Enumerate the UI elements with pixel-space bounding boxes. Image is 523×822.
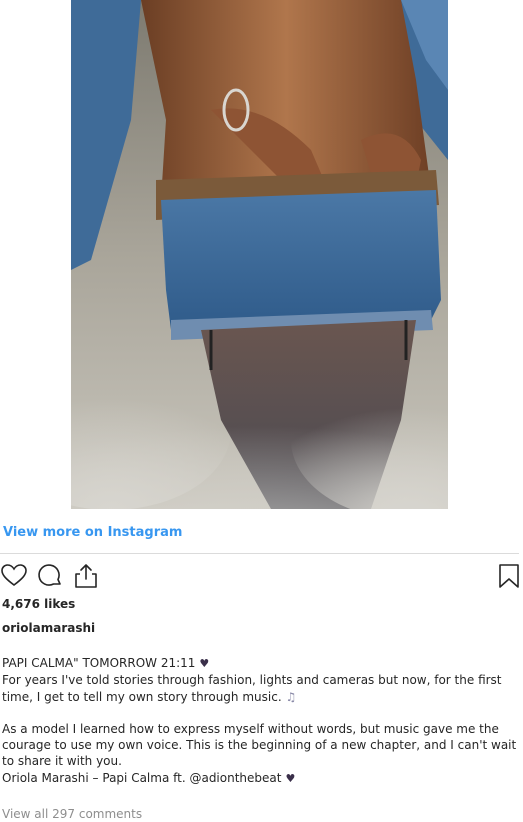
caption-title-text: PAPI CALMA" TOMORROW 21:11 [2, 656, 196, 670]
divider [0, 553, 519, 554]
video-frame[interactable] [71, 0, 448, 509]
view-more-on-instagram-link[interactable]: View more on Instagram [3, 524, 182, 542]
post-caption: PAPI CALMA" TOMORROW 21:11 ♥ For years I'… [2, 655, 517, 787]
caption-title: PAPI CALMA" TOMORROW 21:11 ♥ [2, 655, 517, 672]
share-icon[interactable] [72, 562, 100, 590]
caption-credit-text: Oriola Marashi – Papi Calma ft. @adionth… [2, 770, 282, 785]
bookmark-icon[interactable] [495, 562, 523, 590]
post-username[interactable]: oriolamarashi [2, 620, 95, 636]
heart-emoji-icon: ♥ [199, 657, 210, 670]
video-still-image [71, 0, 448, 509]
caption-paragraph-1-text: For years I've told stories through fash… [2, 673, 502, 704]
action-bar [0, 562, 523, 590]
post-media [0, 0, 523, 509]
heart-outline-icon[interactable] [0, 562, 28, 590]
comment-bubble-icon[interactable] [36, 562, 64, 590]
caption-paragraph-1: For years I've told stories through fash… [2, 672, 517, 705]
caption-paragraph-2: As a model I learned how to express myse… [2, 721, 517, 769]
music-note-emoji-icon: ♫ [285, 689, 297, 704]
heart-emoji-icon: ♥ [285, 771, 296, 785]
view-all-comments-link[interactable]: View all 297 comments [2, 806, 142, 822]
caption-credit: Oriola Marashi – Papi Calma ft. @adionth… [2, 770, 517, 787]
likes-count[interactable]: 4,676 likes [2, 596, 75, 612]
